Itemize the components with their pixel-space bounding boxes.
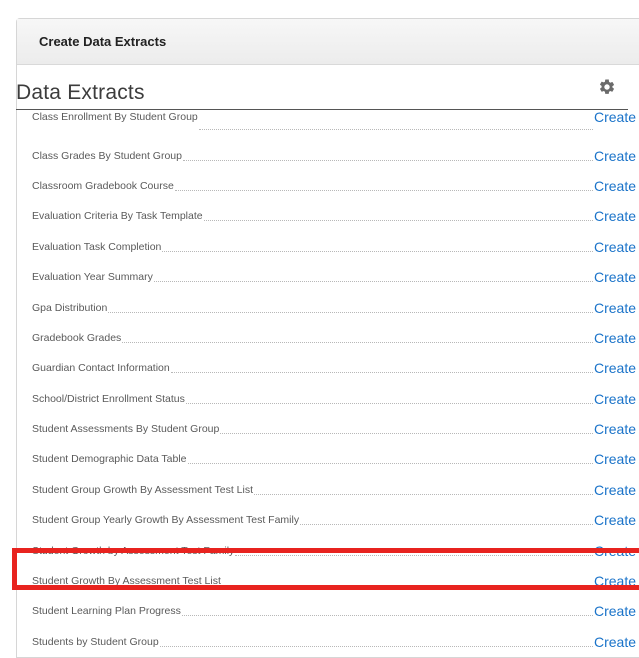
- panel-header: Create Data Extracts: [17, 19, 639, 65]
- extract-row: Student Demographic Data Table Create: [32, 444, 639, 474]
- extract-row: Class Enrollment By Student Group Create: [32, 109, 639, 140]
- create-link[interactable]: Create: [593, 239, 639, 255]
- extract-label: Evaluation Task Completion: [32, 240, 163, 253]
- dotted-leader: [220, 433, 593, 435]
- dotted-leader: [187, 463, 593, 465]
- create-link[interactable]: Create: [593, 482, 639, 498]
- extract-label: Class Grades By Student Group: [32, 149, 183, 162]
- create-link[interactable]: Create: [593, 360, 639, 376]
- extract-label: Gradebook Grades: [32, 331, 123, 344]
- dotted-leader: [181, 615, 593, 617]
- extract-row: Class Grades By Student Group Create: [32, 140, 639, 170]
- extract-label: Classroom Gradebook Course: [32, 179, 175, 192]
- extract-row: Student Growth by Assessment Test Family…: [32, 535, 639, 565]
- extract-label: Student Assessments By Student Group: [32, 423, 221, 436]
- dotted-leader: [183, 159, 593, 161]
- dotted-leader: [162, 250, 593, 252]
- dotted-leader: [185, 402, 593, 404]
- extract-row: Classroom Gradebook Course Create: [32, 171, 639, 201]
- create-link[interactable]: Create: [593, 178, 639, 194]
- extract-row: School/District Enrollment Status Create: [32, 384, 639, 414]
- dotted-leader: [159, 645, 593, 647]
- extract-label: Guardian Contact Information: [32, 362, 171, 375]
- dotted-leader: [203, 220, 593, 222]
- extract-label: Student Growth By Assessment Test List: [32, 575, 222, 588]
- extract-row: Students by Student Group Create: [32, 627, 639, 657]
- extract-row: Student Group Growth By Assessment Test …: [32, 475, 639, 505]
- extract-label: Evaluation Criteria By Task Template: [32, 210, 204, 223]
- extract-row: Student Learning Plan Progress Create: [32, 596, 639, 626]
- create-link[interactable]: Create: [593, 451, 639, 467]
- extract-label: Student Group Growth By Assessment Test …: [32, 483, 254, 496]
- create-link[interactable]: Create: [593, 300, 639, 316]
- panel-title: Create Data Extracts: [39, 34, 167, 49]
- extract-label: Class Enrollment By Student Group: [32, 111, 199, 124]
- extract-label: School/District Enrollment Status: [32, 392, 186, 405]
- extract-label: Evaluation Year Summary: [32, 271, 154, 284]
- create-link[interactable]: Create: [593, 109, 639, 125]
- dotted-leader: [174, 189, 593, 191]
- extract-row: Guardian Contact Information Create: [32, 353, 639, 383]
- data-extracts-section-header: Data Extracts: [16, 64, 628, 110]
- create-link[interactable]: Create: [593, 269, 639, 285]
- create-link[interactable]: Create: [593, 543, 639, 559]
- extract-row: Student Growth By Assessment Test List Cr…: [32, 566, 639, 596]
- create-link[interactable]: Create: [593, 208, 639, 224]
- create-link[interactable]: Create: [593, 330, 639, 346]
- dotted-leader: [221, 585, 593, 587]
- dotted-leader: [300, 524, 593, 526]
- dotted-leader: [153, 281, 593, 283]
- create-link[interactable]: Create: [593, 148, 639, 164]
- dotted-leader: [254, 493, 593, 495]
- create-link[interactable]: Create: [593, 634, 639, 650]
- extract-list: Class Enrollment By Student Group Create C…: [32, 109, 639, 657]
- extract-label: Student Group Yearly Growth By Assessmen…: [32, 514, 301, 527]
- dotted-leader: [122, 341, 593, 343]
- create-link[interactable]: Create: [593, 573, 639, 589]
- extract-label: Student Learning Plan Progress: [32, 605, 182, 618]
- extract-label: Student Growth by Assessment Test Family: [32, 544, 236, 557]
- extract-label: Gpa Distribution: [32, 301, 109, 314]
- extract-row: Gradebook Grades Create: [32, 323, 639, 353]
- create-link[interactable]: Create: [593, 391, 639, 407]
- create-link[interactable]: Create: [593, 512, 639, 528]
- create-link[interactable]: Create: [593, 603, 639, 619]
- extract-row: Student Assessments By Student Group Crea…: [32, 414, 639, 444]
- create-link[interactable]: Create: [593, 421, 639, 437]
- extract-row: Evaluation Task Completion Create: [32, 232, 639, 262]
- section-title: Data Extracts: [16, 81, 145, 104]
- extract-row: Student Group Yearly Growth By Assessmen…: [32, 505, 639, 535]
- dotted-leader: [170, 372, 593, 374]
- extract-label: Students by Student Group: [32, 635, 160, 648]
- gear-icon[interactable]: [598, 78, 616, 96]
- dotted-leader: [235, 554, 593, 556]
- extract-row: Evaluation Year Summary Create: [32, 262, 639, 292]
- extract-row: Gpa Distribution Create: [32, 292, 639, 322]
- extract-row: Evaluation Criteria By Task Template Crea…: [32, 201, 639, 231]
- dotted-leader: [108, 311, 593, 313]
- dotted-leader: [198, 129, 593, 131]
- extract-label: Student Demographic Data Table: [32, 453, 188, 466]
